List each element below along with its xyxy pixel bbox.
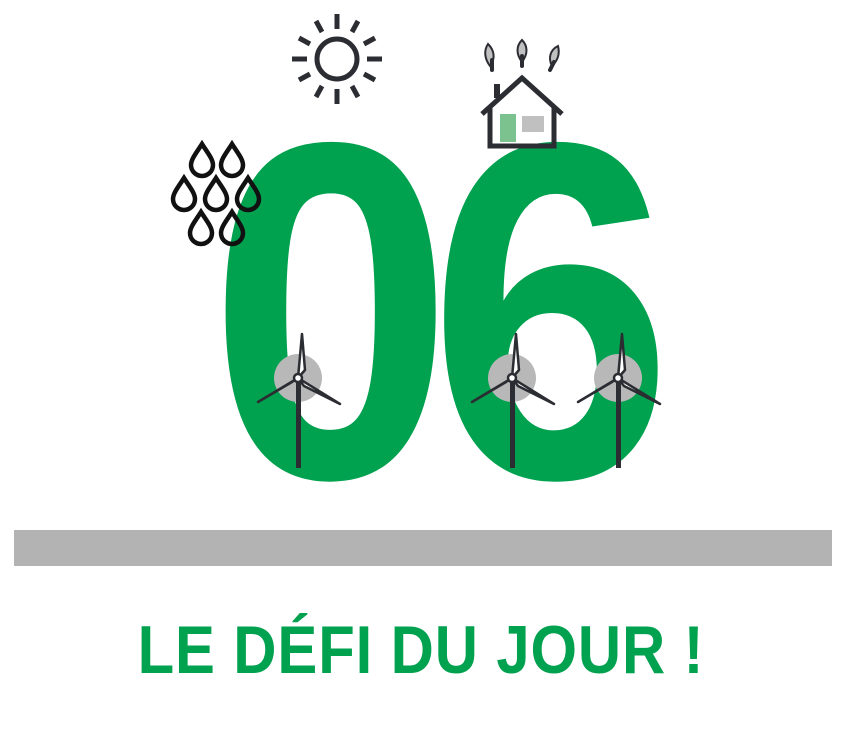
poster: 06 LE DÉFI DU JOUR !	[0, 0, 842, 730]
rain-drops-icon	[168, 140, 264, 246]
divider-bar	[14, 530, 832, 566]
wind-turbine-icon	[576, 332, 662, 468]
wind-turbine-icon	[470, 332, 556, 468]
page-title: LE DÉFI DU JOUR !	[137, 612, 705, 688]
house-icon	[480, 38, 564, 149]
wind-turbine-icon	[256, 332, 342, 468]
sun-icon	[292, 14, 382, 104]
